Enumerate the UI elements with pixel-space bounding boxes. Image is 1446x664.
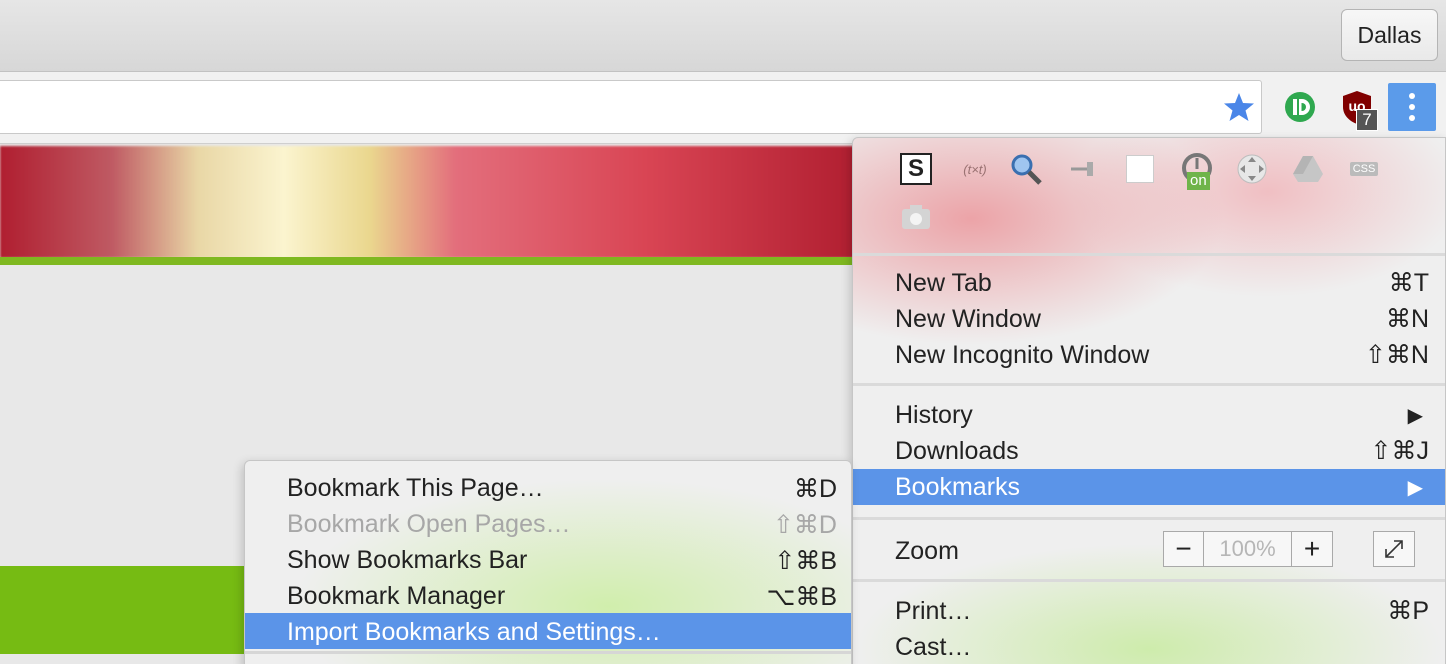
menu-item-new-window[interactable]: New Window ⌘N: [853, 301, 1445, 337]
menu-item-cast[interactable]: Cast…: [853, 629, 1445, 664]
chrome-main-menu: S (t×t) on CSS New Tab ⌘T New Window ⌘N …: [852, 137, 1446, 664]
menu-separator: [853, 517, 1445, 520]
txt-icon[interactable]: (t×t): [953, 152, 997, 186]
banner-underline: [0, 257, 860, 265]
magnifier-icon[interactable]: [1009, 152, 1043, 186]
submenu-arrow-icon: ▶: [1407, 476, 1423, 499]
profile-button[interactable]: Dallas: [1341, 9, 1438, 61]
timer-on-icon[interactable]: on: [1181, 152, 1215, 190]
extension-id-icon[interactable]: [1283, 90, 1317, 124]
page-banner: [0, 146, 860, 258]
submenu-separator: [245, 651, 851, 654]
submenu-item-bookmark-manager[interactable]: Bookmark Manager ⌥⌘B: [245, 577, 851, 613]
blank-page-icon[interactable]: [1123, 152, 1157, 186]
fullscreen-button[interactable]: [1373, 531, 1415, 567]
menu-item-new-tab[interactable]: New Tab ⌘T: [853, 265, 1445, 301]
zoom-level: 100%: [1204, 532, 1292, 566]
css-icon[interactable]: CSS: [1347, 152, 1381, 186]
extension-icons-row: S (t×t) on CSS: [853, 138, 1445, 253]
menu-item-history[interactable]: History ▶: [853, 397, 1445, 433]
window-titlebar: [0, 0, 1446, 72]
chrome-menu-button[interactable]: [1388, 83, 1436, 131]
fullscreen-icon: [1385, 540, 1403, 558]
submenu-arrow-icon: ▶: [1407, 404, 1423, 427]
move-icon[interactable]: [1235, 152, 1269, 186]
menu-item-print[interactable]: Print… ⌘P: [853, 593, 1445, 629]
bookmarks-submenu: Bookmark This Page… ⌘D Bookmark Open Page…: [244, 460, 852, 664]
ublock-icon[interactable]: uo 7: [1340, 89, 1380, 133]
submenu-item-show-bookmarks-bar[interactable]: Show Bookmarks Bar ⇧⌘B: [245, 541, 851, 577]
s-icon[interactable]: S: [899, 152, 933, 186]
pin-icon[interactable]: [1067, 152, 1101, 186]
ublock-badge: 7: [1356, 109, 1378, 131]
zoom-controls: − 100% +: [1163, 531, 1333, 567]
camera-icon[interactable]: [899, 200, 933, 234]
submenu-item-bookmark-open-pages: Bookmark Open Pages… ⇧⌘D: [287, 510, 837, 539]
drive-icon[interactable]: [1291, 152, 1325, 186]
menu-item-downloads[interactable]: Downloads ⇧⌘J: [853, 433, 1445, 469]
timer-on-badge: on: [1187, 172, 1210, 190]
page-green-block: [0, 566, 260, 654]
zoom-row: Zoom − 100% +: [853, 531, 1445, 571]
menu-separator: [853, 383, 1445, 386]
submenu-item-import-bookmarks[interactable]: Import Bookmarks and Settings…: [245, 613, 851, 649]
menu-item-bookmarks[interactable]: Bookmarks ▶: [853, 469, 1445, 505]
zoom-label: Zoom: [895, 537, 959, 565]
menu-separator: [853, 253, 1445, 256]
zoom-in-button[interactable]: +: [1292, 532, 1332, 566]
submenu-item-bookmark-this-page[interactable]: Bookmark This Page… ⌘D: [245, 469, 851, 505]
menu-separator: [853, 579, 1445, 582]
bookmark-star-icon[interactable]: [1222, 90, 1256, 124]
zoom-out-button[interactable]: −: [1164, 532, 1204, 566]
address-bar[interactable]: [0, 80, 1262, 134]
menu-item-new-incognito-window[interactable]: New Incognito Window ⇧⌘N: [853, 337, 1445, 373]
